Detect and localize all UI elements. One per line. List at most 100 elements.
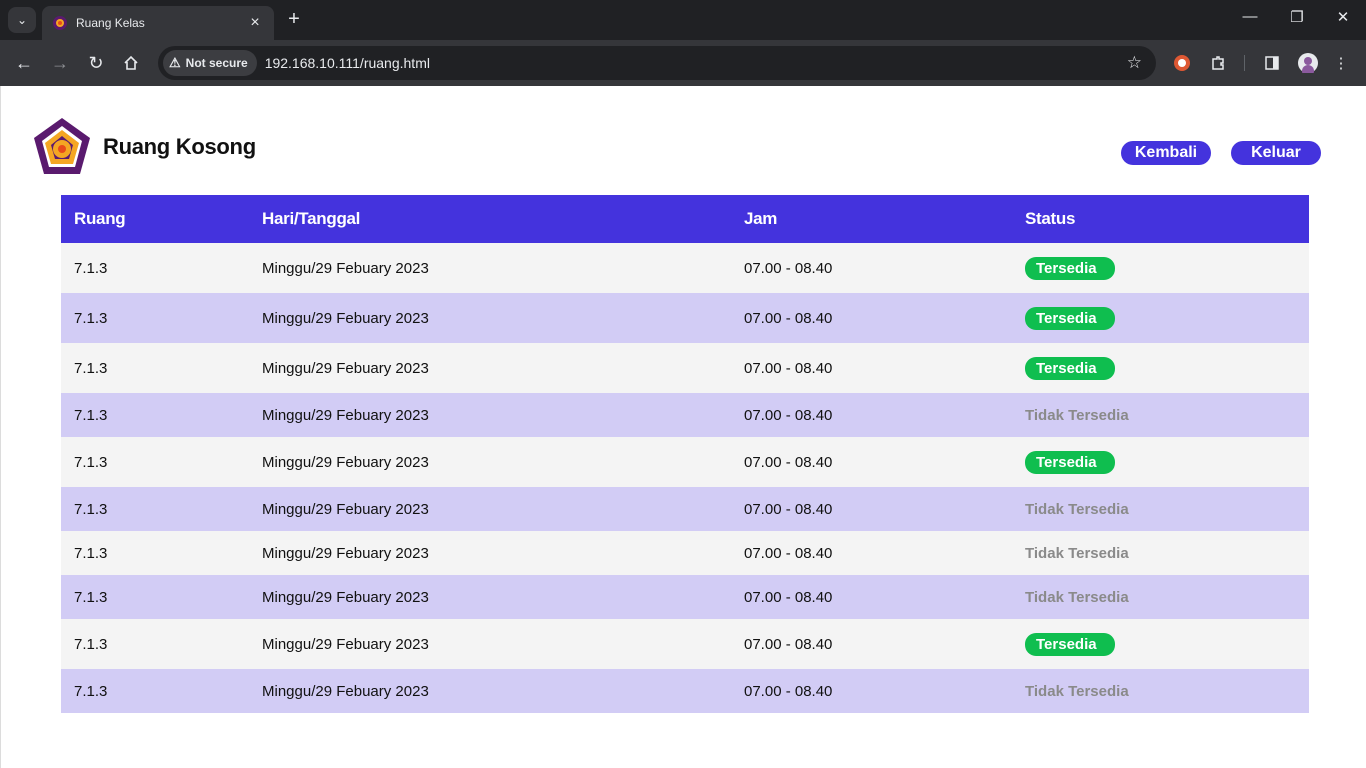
security-chip[interactable]: ⚠ Not secure <box>163 50 257 76</box>
security-label: Not secure <box>185 56 248 70</box>
brand: Ruang Kosong <box>31 116 256 178</box>
home-icon[interactable] <box>119 51 143 75</box>
cell-status: Tersedia <box>1025 450 1309 474</box>
cell-jam: 07.00 - 08.40 <box>744 635 833 653</box>
browser-tab-bar: ⌄ Ruang Kelas × + — ❐ ✕ <box>0 0 1366 40</box>
cell-tanggal: Minggu/29 Febuary 2023 <box>262 588 429 606</box>
tab-title: Ruang Kelas <box>76 16 145 30</box>
tab-search-button[interactable]: ⌄ <box>8 7 36 33</box>
cell-ruang: 7.1.3 <box>74 259 108 277</box>
status-badge-available: Tersedia <box>1025 356 1115 380</box>
new-tab-button[interactable]: + <box>282 8 306 31</box>
favicon-icon <box>53 16 67 30</box>
table-row: 7.1.3 Minggu/29 Febuary 2023 07.00 - 08.40… <box>61 619 1309 669</box>
status-text-unavailable: Tidak Tersedia <box>1025 500 1129 518</box>
table-row: 7.1.3 Minggu/29 Febuary 2023 07.00 - 08.40… <box>61 531 1309 575</box>
forward-arrow-icon[interactable]: → <box>48 51 72 75</box>
status-badge-available: Tersedia <box>1025 450 1115 474</box>
cell-ruang: 7.1.3 <box>74 309 108 327</box>
status-badge-available: Tersedia <box>1025 256 1115 280</box>
cell-jam: 07.00 - 08.40 <box>744 500 833 518</box>
status-badge-available: Tersedia <box>1025 632 1115 656</box>
close-tab-icon[interactable]: × <box>246 14 264 32</box>
cell-tanggal: Minggu/29 Febuary 2023 <box>262 682 429 700</box>
cell-status: Tersedia <box>1025 356 1309 380</box>
cell-tanggal: Minggu/29 Febuary 2023 <box>262 500 429 518</box>
cell-status: Tidak Tersedia <box>1025 501 1309 518</box>
cell-ruang: 7.1.3 <box>74 682 108 700</box>
cell-tanggal: Minggu/29 Febuary 2023 <box>262 453 429 471</box>
column-header-jam: Jam <box>744 209 778 228</box>
page-title: Ruang Kosong <box>103 134 256 159</box>
cell-tanggal: Minggu/29 Febuary 2023 <box>262 309 429 327</box>
logout-button[interactable]: Keluar <box>1231 141 1321 165</box>
cell-jam: 07.00 - 08.40 <box>744 309 833 327</box>
cell-tanggal: Minggu/29 Febuary 2023 <box>262 635 429 653</box>
chevron-down-icon: ⌄ <box>16 13 28 27</box>
column-header-tanggal: Hari/Tanggal <box>262 209 361 228</box>
cell-tanggal: Minggu/29 Febuary 2023 <box>262 406 429 424</box>
warning-icon: ⚠ <box>169 55 181 70</box>
cell-jam: 07.00 - 08.40 <box>744 406 833 424</box>
extension-shield-icon[interactable] <box>1171 52 1193 74</box>
cell-ruang: 7.1.3 <box>74 359 108 377</box>
cell-tanggal: Minggu/29 Febuary 2023 <box>262 544 429 562</box>
status-text-unavailable: Tidak Tersedia <box>1025 406 1129 424</box>
status-text-unavailable: Tidak Tersedia <box>1025 588 1129 606</box>
side-panel-icon[interactable] <box>1261 52 1283 74</box>
cell-jam: 07.00 - 08.40 <box>744 453 833 471</box>
back-button[interactable]: Kembali <box>1121 141 1211 165</box>
cell-jam: 07.00 - 08.40 <box>744 682 833 700</box>
logo-icon <box>34 118 90 174</box>
extensions-puzzle-icon[interactable] <box>1207 52 1229 74</box>
table-body: 7.1.3 Minggu/29 Febuary 2023 07.00 - 08.40… <box>61 243 1309 713</box>
cell-status: Tersedia <box>1025 632 1309 656</box>
table-header: Ruang Hari/Tanggal Jam Status <box>61 195 1309 243</box>
cell-tanggal: Minggu/29 Febuary 2023 <box>262 359 429 377</box>
reload-icon[interactable]: ↻ <box>84 51 108 75</box>
cell-tanggal: Minggu/29 Febuary 2023 <box>262 259 429 277</box>
address-bar[interactable]: ⚠ Not secure 192.168.10.111/ruang.html ☆ <box>158 46 1156 80</box>
menu-dots-icon[interactable]: ⋮ <box>1330 52 1352 74</box>
restore-icon[interactable]: ❐ <box>1285 8 1309 26</box>
cell-status: Tidak Tersedia <box>1025 407 1309 424</box>
back-arrow-icon[interactable]: ← <box>12 51 36 75</box>
cell-status: Tersedia <box>1025 256 1309 280</box>
column-header-ruang: Ruang <box>74 209 126 228</box>
browser-tab[interactable]: Ruang Kelas × <box>42 6 274 40</box>
table-row: 7.1.3 Minggu/29 Febuary 2023 07.00 - 08.40… <box>61 437 1309 487</box>
table-row: 7.1.3 Minggu/29 Febuary 2023 07.00 - 08.40… <box>61 243 1309 293</box>
cell-ruang: 7.1.3 <box>74 544 108 562</box>
cell-ruang: 7.1.3 <box>74 635 108 653</box>
cell-ruang: 7.1.3 <box>74 406 108 424</box>
cell-status: Tidak Tersedia <box>1025 545 1309 562</box>
close-window-icon[interactable]: ✕ <box>1331 8 1355 26</box>
profile-avatar-icon[interactable] <box>1297 52 1319 74</box>
status-text-unavailable: Tidak Tersedia <box>1025 682 1129 700</box>
room-table: Ruang Hari/Tanggal Jam Status 7.1.3 Mingg… <box>61 195 1309 713</box>
cell-jam: 07.00 - 08.40 <box>744 259 833 277</box>
cell-ruang: 7.1.3 <box>74 500 108 518</box>
status-text-unavailable: Tidak Tersedia <box>1025 544 1129 562</box>
table-row: 7.1.3 Minggu/29 Febuary 2023 07.00 - 08.40… <box>61 575 1309 619</box>
browser-toolbar: ← → ↻ ⚠ Not secure 192.168.10.111/ruang.… <box>0 40 1366 86</box>
url-text[interactable]: 192.168.10.111/ruang.html <box>265 55 1127 71</box>
cell-ruang: 7.1.3 <box>74 588 108 606</box>
cell-status: Tidak Tersedia <box>1025 683 1309 700</box>
table-row: 7.1.3 Minggu/29 Febuary 2023 07.00 - 08.40… <box>61 393 1309 437</box>
cell-jam: 07.00 - 08.40 <box>744 544 833 562</box>
toolbar-divider <box>1244 55 1245 71</box>
table-row: 7.1.3 Minggu/29 Febuary 2023 07.00 - 08.40… <box>61 487 1309 531</box>
page-content: Ruang Kosong Kembali Keluar Ruang Hari/T… <box>0 86 1366 768</box>
bookmark-star-icon[interactable]: ☆ <box>1127 53 1142 73</box>
table-row: 7.1.3 Minggu/29 Febuary 2023 07.00 - 08.40… <box>61 293 1309 343</box>
column-header-status: Status <box>1025 209 1076 228</box>
cell-ruang: 7.1.3 <box>74 453 108 471</box>
status-badge-available: Tersedia <box>1025 306 1115 330</box>
cell-status: Tersedia <box>1025 306 1309 330</box>
cell-jam: 07.00 - 08.40 <box>744 359 833 377</box>
table-row: 7.1.3 Minggu/29 Febuary 2023 07.00 - 08.40… <box>61 343 1309 393</box>
minimize-icon[interactable]: — <box>1238 8 1262 25</box>
cell-jam: 07.00 - 08.40 <box>744 588 833 606</box>
cell-status: Tidak Tersedia <box>1025 589 1309 606</box>
